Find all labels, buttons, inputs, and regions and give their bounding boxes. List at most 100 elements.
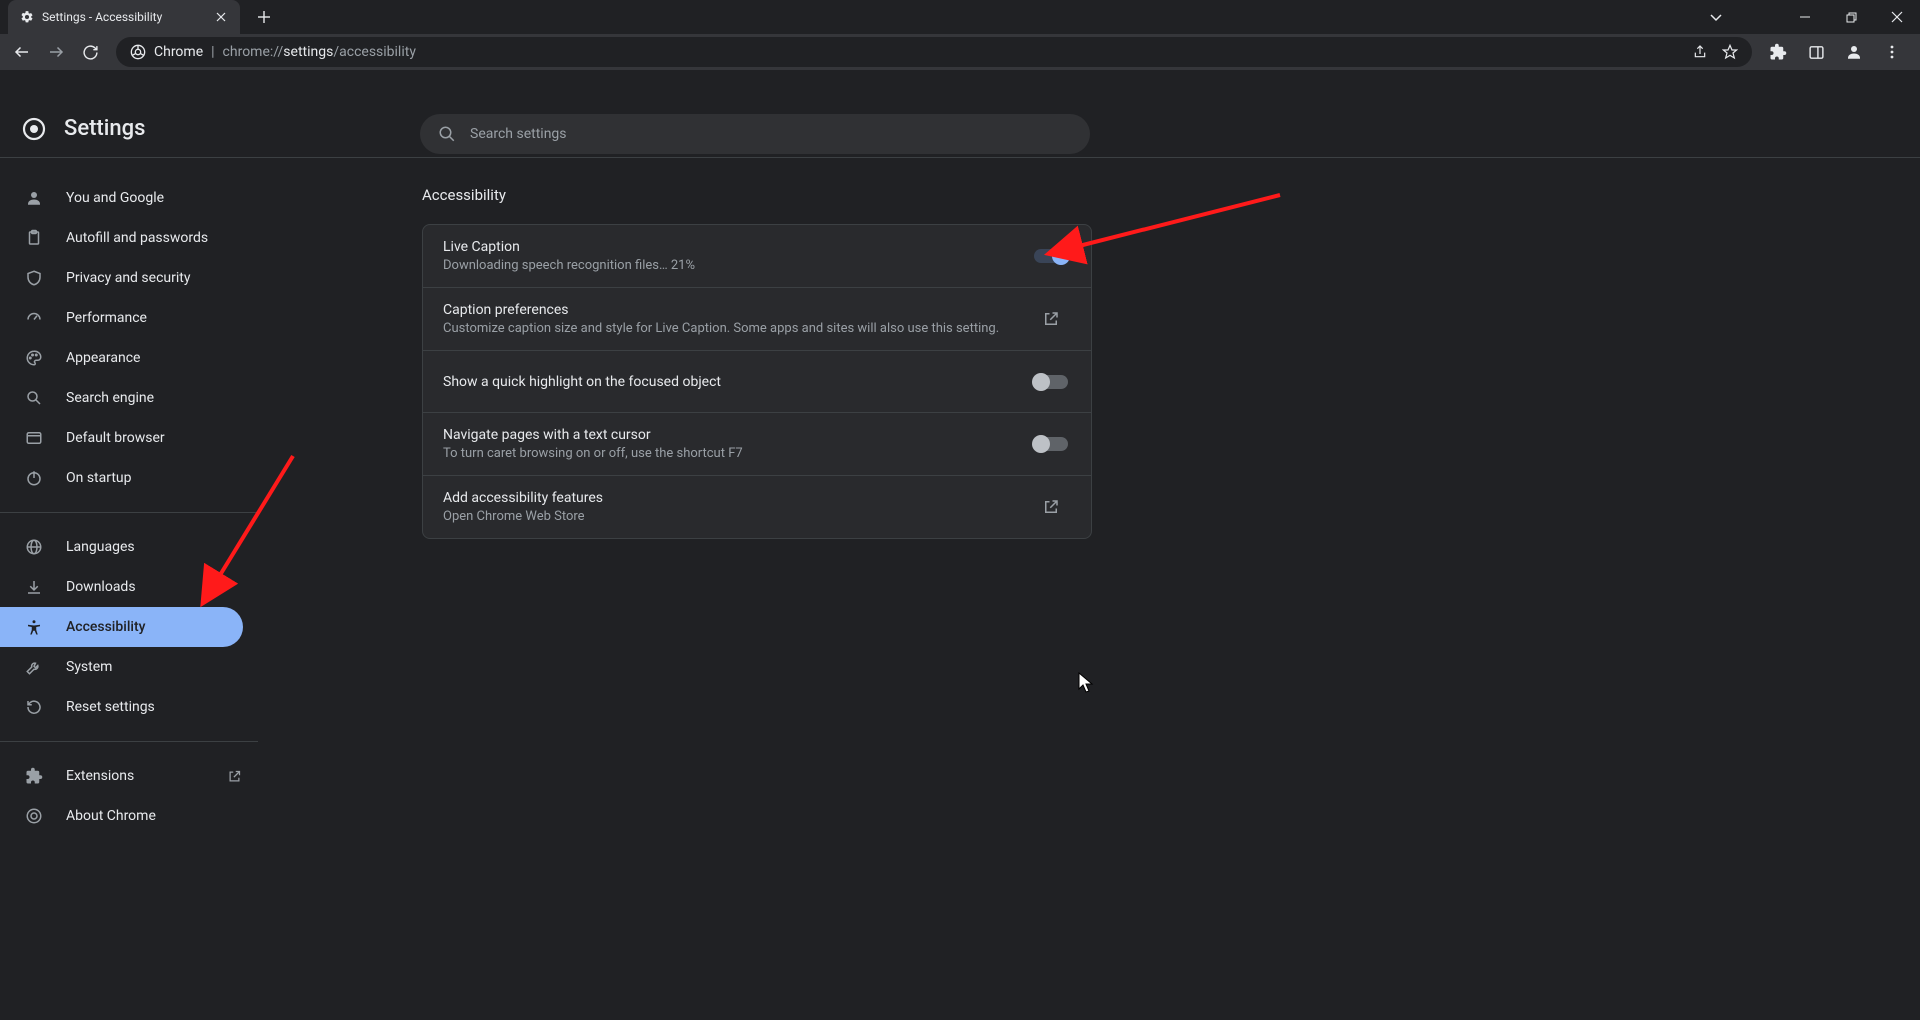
sidebar-item-on-startup[interactable]: On startup xyxy=(0,458,258,498)
sidebar-item-about[interactable]: About Chrome xyxy=(0,796,258,836)
row-caption-preferences[interactable]: Caption preferences Customize caption si… xyxy=(423,287,1091,350)
back-button[interactable] xyxy=(8,38,36,66)
settings-page: Settings You and Google Autofill and pas… xyxy=(0,100,1920,1020)
accessibility-card: Live Caption Downloading speech recognit… xyxy=(422,224,1092,539)
maximize-button[interactable] xyxy=(1828,0,1874,34)
toggle-caret-browsing[interactable] xyxy=(1034,437,1068,451)
page-body: You and Google Autofill and passwords Pr… xyxy=(0,158,1920,1020)
download-icon xyxy=(24,577,44,597)
window-controls xyxy=(1782,0,1920,34)
speedometer-icon xyxy=(24,308,44,328)
sidebar-item-default-browser[interactable]: Default browser xyxy=(0,418,258,458)
row-focus-highlight[interactable]: Show a quick highlight on the focused ob… xyxy=(423,350,1091,412)
tab-settings[interactable]: Settings - Accessibility xyxy=(8,0,240,34)
tab-search-icon[interactable] xyxy=(1696,0,1736,34)
row-subtitle: Downloading speech recognition files… 21… xyxy=(443,258,1031,273)
search-icon xyxy=(438,125,456,143)
page-title: Settings xyxy=(64,116,145,141)
sidebar-item-label: Search engine xyxy=(66,390,154,406)
omnibox-url: chrome://settings/accessibility xyxy=(223,44,416,60)
row-title: Add accessibility features xyxy=(443,490,1031,506)
wrench-icon xyxy=(24,657,44,677)
sidebar-item-extensions[interactable]: Extensions xyxy=(0,756,258,796)
power-icon xyxy=(24,468,44,488)
profile-icon[interactable] xyxy=(1840,38,1868,66)
row-title: Caption preferences xyxy=(443,302,1031,318)
minimize-button[interactable] xyxy=(1782,0,1828,34)
settings-search-input[interactable] xyxy=(470,126,1072,142)
toolbar-right xyxy=(1764,38,1912,66)
sidebar-item-label: Extensions xyxy=(66,768,134,784)
share-icon[interactable] xyxy=(1692,44,1708,60)
toggle-focus-highlight[interactable] xyxy=(1034,375,1068,389)
reload-button[interactable] xyxy=(76,38,104,66)
tab-title: Settings - Accessibility xyxy=(42,10,162,24)
person-icon xyxy=(24,188,44,208)
menu-icon[interactable] xyxy=(1878,38,1906,66)
row-live-caption[interactable]: Live Caption Downloading speech recognit… xyxy=(423,225,1091,287)
tab-strip: Settings - Accessibility xyxy=(0,0,1920,34)
browser-chrome: Settings - Accessibility Chrome | chrome… xyxy=(0,0,1920,100)
omnibox-actions xyxy=(1692,44,1738,60)
external-link-icon xyxy=(1031,310,1071,328)
sidebar-item-system[interactable]: System xyxy=(0,647,258,687)
new-tab-button[interactable] xyxy=(250,3,278,31)
palette-icon xyxy=(24,348,44,368)
row-title: Show a quick highlight on the focused ob… xyxy=(443,374,1031,390)
sidebar-item-reset[interactable]: Reset settings xyxy=(0,687,258,727)
row-subtitle: Customize caption size and style for Liv… xyxy=(443,321,1031,336)
sidebar-item-search-engine[interactable]: Search engine xyxy=(0,378,258,418)
bookmark-icon[interactable] xyxy=(1722,44,1738,60)
sidebar-item-label: Appearance xyxy=(66,350,140,366)
gear-icon xyxy=(20,10,34,24)
sidebar-item-label: You and Google xyxy=(66,190,164,206)
row-caret-browsing[interactable]: Navigate pages with a text cursor To tur… xyxy=(423,412,1091,475)
row-subtitle: Open Chrome Web Store xyxy=(443,509,1031,524)
sidebar: You and Google Autofill and passwords Pr… xyxy=(0,158,258,1020)
sidebar-item-performance[interactable]: Performance xyxy=(0,298,258,338)
sidebar-item-downloads[interactable]: Downloads xyxy=(0,567,258,607)
sidebar-item-privacy[interactable]: Privacy and security xyxy=(0,258,258,298)
row-subtitle: To turn caret browsing on or off, use th… xyxy=(443,446,1031,461)
chrome-logo-icon xyxy=(130,44,146,60)
extensions-icon[interactable] xyxy=(1764,38,1792,66)
external-link-icon xyxy=(227,769,242,784)
settings-search[interactable] xyxy=(420,114,1090,154)
close-window-button[interactable] xyxy=(1874,0,1920,34)
sidebar-item-label: Autofill and passwords xyxy=(66,230,208,246)
address-bar[interactable]: Chrome | chrome://settings/accessibility xyxy=(116,37,1752,67)
sidepanel-icon[interactable] xyxy=(1802,38,1830,66)
content: Accessibility Live Caption Downloading s… xyxy=(258,158,1920,1020)
sidebar-item-appearance[interactable]: Appearance xyxy=(0,338,258,378)
sidebar-item-accessibility[interactable]: Accessibility xyxy=(0,607,243,647)
reset-icon xyxy=(24,697,44,717)
tab-close-icon[interactable] xyxy=(214,10,228,24)
sidebar-item-languages[interactable]: Languages xyxy=(0,527,258,567)
sidebar-divider xyxy=(0,512,258,513)
shield-icon xyxy=(24,268,44,288)
page-header: Settings xyxy=(0,100,1920,158)
forward-button[interactable] xyxy=(42,38,70,66)
row-title: Live Caption xyxy=(443,239,1031,255)
sidebar-item-label: About Chrome xyxy=(66,808,156,824)
toggle-live-caption[interactable] xyxy=(1034,249,1068,263)
sidebar-item-autofill[interactable]: Autofill and passwords xyxy=(0,218,258,258)
sidebar-item-label: Reset settings xyxy=(66,699,155,715)
sidebar-item-you-and-google[interactable]: You and Google xyxy=(0,178,258,218)
search-icon xyxy=(24,388,44,408)
globe-icon xyxy=(24,537,44,557)
clipboard-icon xyxy=(24,228,44,248)
sidebar-item-label: Performance xyxy=(66,310,147,326)
row-title: Navigate pages with a text cursor xyxy=(443,427,1031,443)
toolbar-spacer xyxy=(0,70,1920,100)
toolbar: Chrome | chrome://settings/accessibility xyxy=(0,34,1920,70)
browser-icon xyxy=(24,428,44,448)
sidebar-item-label: On startup xyxy=(66,470,132,486)
accessibility-icon xyxy=(24,617,44,637)
omnibox-origin: Chrome xyxy=(154,44,203,60)
row-add-accessibility-features[interactable]: Add accessibility features Open Chrome W… xyxy=(423,475,1091,538)
chrome-logo-icon xyxy=(22,117,46,141)
sidebar-item-label: Default browser xyxy=(66,430,165,446)
sidebar-item-label: Languages xyxy=(66,539,135,555)
sidebar-item-label: Downloads xyxy=(66,579,136,595)
